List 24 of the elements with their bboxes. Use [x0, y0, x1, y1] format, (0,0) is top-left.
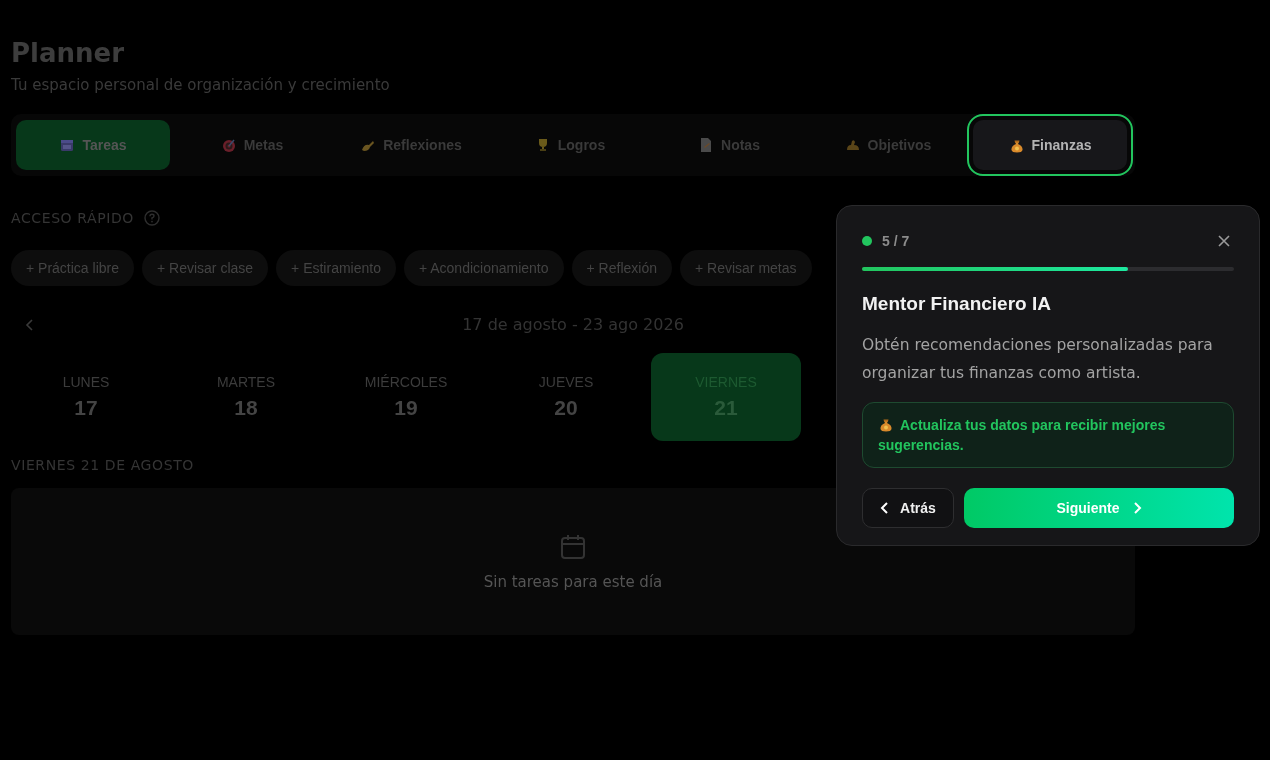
- tour-description: Obtén recomendaciones personalizadas para organizar tus finanzas como artista.: [862, 335, 1214, 384]
- page-subtitle: Tu espacio personal de organización y crecimiento: [11, 76, 391, 94]
- target-icon: [220, 137, 237, 153]
- step-counter: 5 / 7: [882, 233, 910, 249]
- day-button[interactable]: JUEVES 20: [491, 353, 641, 441]
- page-title: Planner: [11, 37, 125, 70]
- close-button[interactable]: [1217, 234, 1231, 248]
- day-button[interactable]: MIÉRCOLES 19: [331, 353, 481, 441]
- back-button[interactable]: Atrás: [862, 488, 954, 528]
- calendar-icon: [559, 532, 587, 561]
- calendar-icon: [59, 137, 76, 153]
- next-button[interactable]: Siguiente: [964, 488, 1234, 528]
- close-icon: [1217, 234, 1231, 248]
- day-button[interactable]: MARTES 18: [171, 353, 321, 441]
- day-button[interactable]: LUNES 17: [11, 353, 161, 441]
- step-dot-icon: [862, 236, 872, 246]
- chevron-left-icon: [880, 501, 891, 515]
- tip-box: Actualiza tus datos para recibir mejores sugerencias.: [862, 402, 1234, 468]
- help-icon: [144, 210, 160, 226]
- empty-message: Sin tareas para este día: [483, 572, 663, 591]
- chevron-right-icon: [1131, 501, 1142, 515]
- chevron-left-icon: [25, 318, 35, 332]
- tab[interactable]: Tareas: [16, 120, 170, 170]
- tour-title: Mentor Financiero IA: [862, 293, 1052, 315]
